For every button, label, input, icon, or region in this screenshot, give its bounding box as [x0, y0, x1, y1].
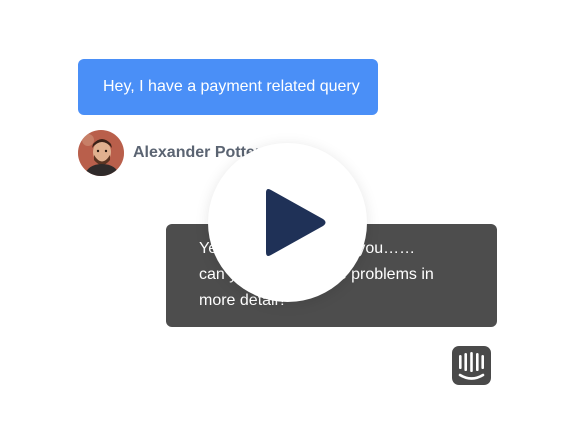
intercom-logo-icon — [452, 346, 491, 385]
chat-demo-video: Hey, I have a payment related query Alex… — [0, 0, 574, 447]
avatar — [78, 130, 124, 176]
play-button[interactable] — [208, 143, 367, 302]
user-message-bubble: Hey, I have a payment related query — [78, 59, 378, 115]
user-message-text: Hey, I have a payment related query — [103, 78, 360, 95]
play-icon — [266, 189, 326, 256]
